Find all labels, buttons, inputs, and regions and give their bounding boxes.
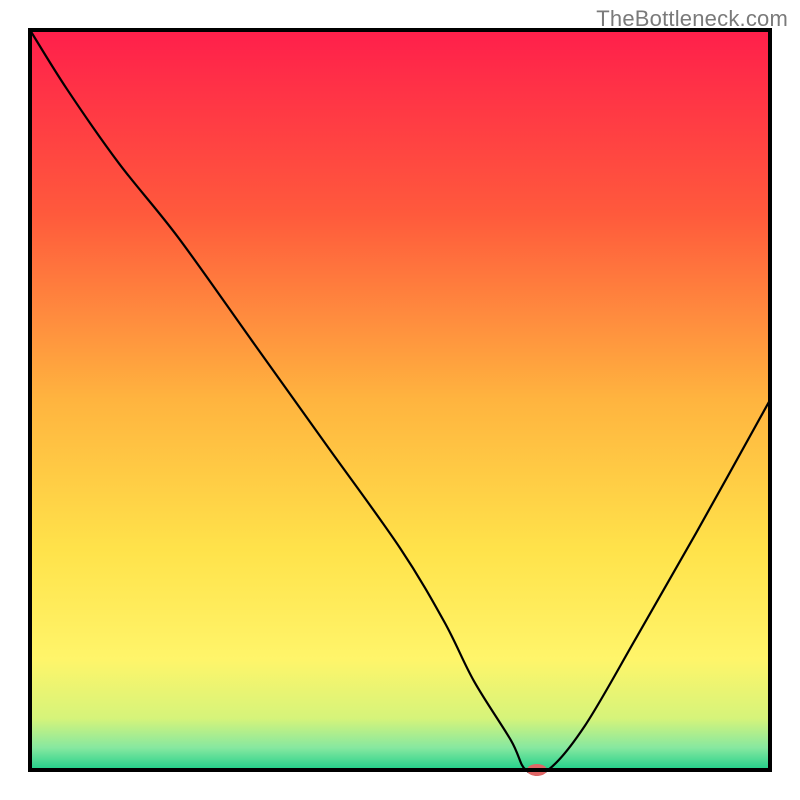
plot-area [30,30,770,776]
gradient-background [30,30,770,770]
watermark-text: TheBottleneck.com [596,6,788,32]
bottleneck-chart [0,0,800,800]
chart-container: TheBottleneck.com [0,0,800,800]
